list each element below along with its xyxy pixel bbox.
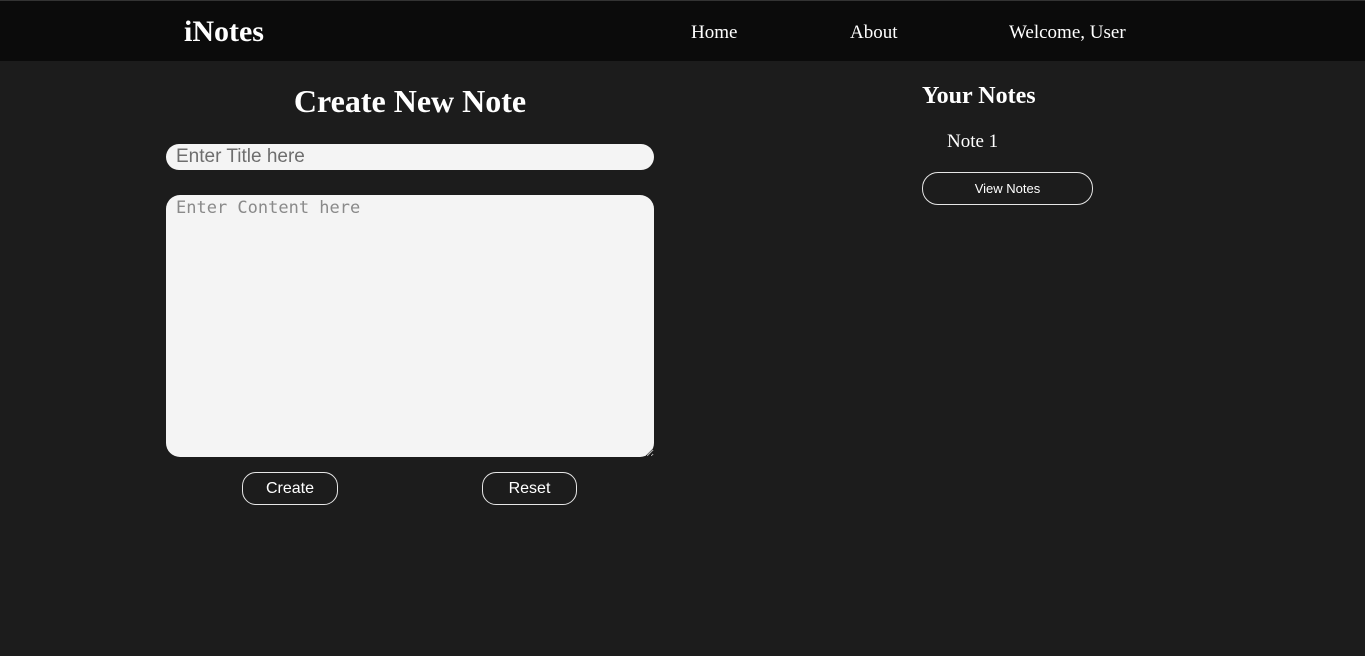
nav-link-about[interactable]: About xyxy=(850,22,898,44)
note-title-input[interactable] xyxy=(166,144,654,170)
navbar: iNotes Home About Welcome, User xyxy=(0,0,1365,61)
create-button[interactable]: Create xyxy=(242,472,338,505)
reset-button[interactable]: Reset xyxy=(482,472,577,505)
view-notes-button[interactable]: View Notes xyxy=(922,172,1093,205)
create-note-heading: Create New Note xyxy=(293,83,527,119)
brand-logo[interactable]: iNotes xyxy=(184,15,264,49)
your-notes-heading: Your Notes xyxy=(922,83,1036,109)
note-content-textarea[interactable] xyxy=(166,195,654,457)
welcome-user-text: Welcome, User xyxy=(1009,22,1126,43)
note-list-item[interactable]: Note 1 xyxy=(947,131,998,153)
nav-link-home[interactable]: Home xyxy=(691,22,737,44)
